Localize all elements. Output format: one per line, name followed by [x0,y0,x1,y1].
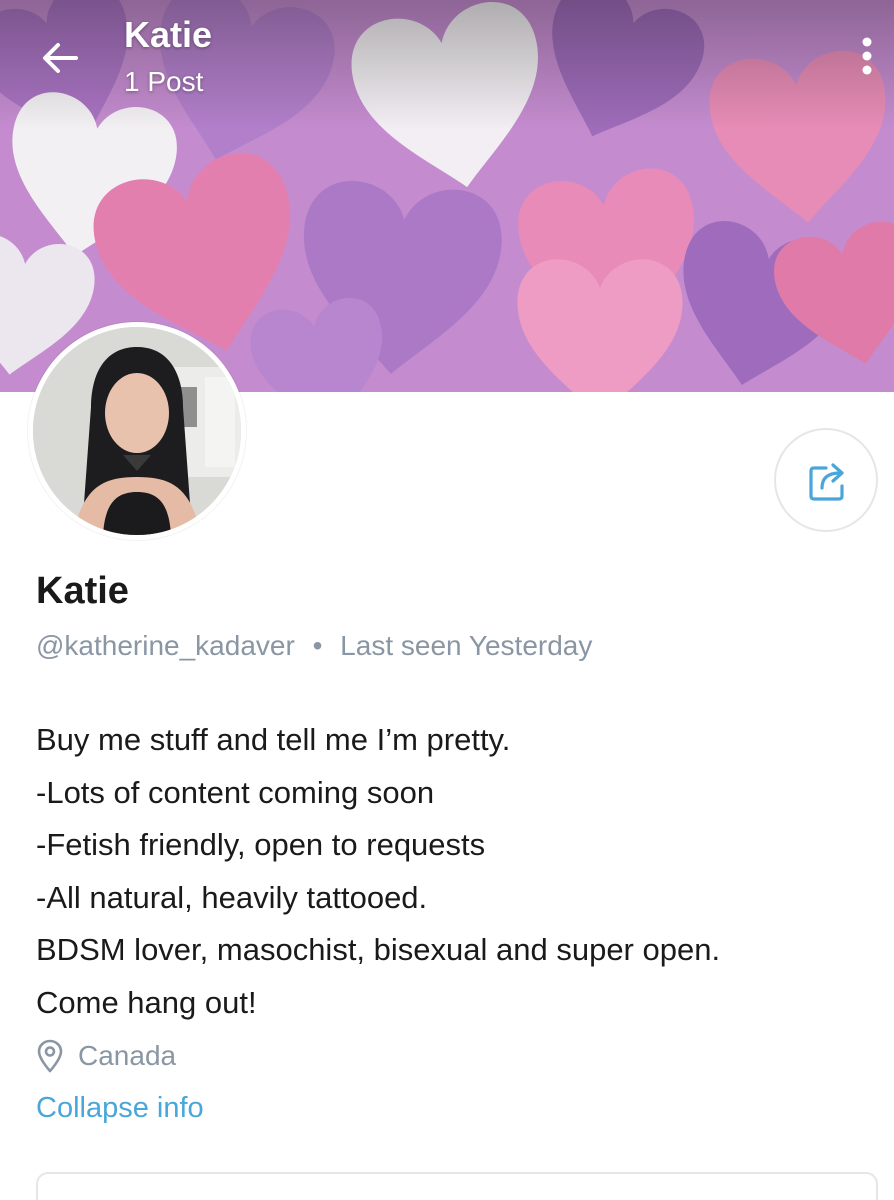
bio-line: Come hang out! [36,984,257,1020]
header-post-count: 1 Post [124,66,204,97]
bio-line: Buy me stuff and tell me I’m pretty. [36,722,511,757]
profile-location: Canada [36,1036,176,1076]
profile-bio: Buy me stuff and tell me I’m pretty. -Lo… [36,714,866,1029]
header-title: Katie [124,14,213,55]
bio-line: -Fetish friendly, open to requests [36,827,486,862]
location-pin-icon [37,1039,63,1073]
more-options-button[interactable] [852,32,882,80]
top-bar: Katie 1 Post [0,0,894,110]
share-button[interactable] [774,428,878,532]
profile-meta: @katherine_kadaver • Last seen Yesterday [36,630,592,662]
collapse-info-link[interactable]: Collapse info [36,1092,204,1125]
content-card [36,1172,878,1200]
arrow-left-icon [43,43,78,73]
profile-username: @katherine_kadaver [36,630,295,661]
location-text: Canada [78,1040,177,1071]
avatar-photo [33,327,241,535]
share-icon [809,463,844,501]
profile-page: Katie 1 Post Katie @katherine_kadaver • … [0,0,894,1200]
more-vertical-icon [862,37,872,75]
bio-line: -All natural, heavily tattooed. [36,879,428,915]
back-button[interactable] [36,34,84,82]
avatar[interactable] [28,322,246,540]
bio-line: -Lots of content coming soon [36,774,435,810]
last-seen-status: Last seen Yesterday [340,630,593,661]
bio-line: BDSM lover, masochist, bisexual and supe… [36,932,721,967]
avatar-illustration [33,327,241,535]
meta-separator: • [312,630,323,661]
profile-display-name: Katie [36,570,129,612]
